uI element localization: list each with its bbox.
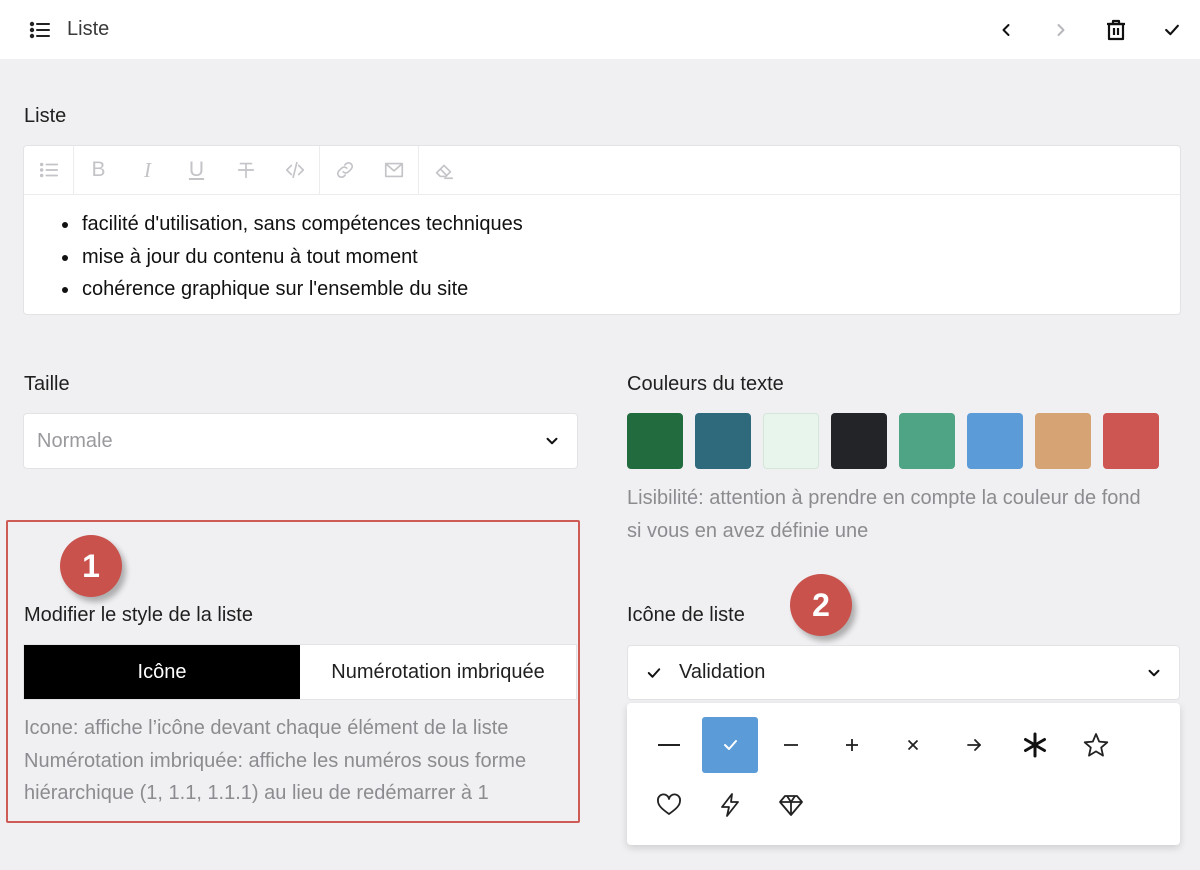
top-bar: Liste — [0, 0, 1200, 59]
color-swatch-blue[interactable] — [967, 413, 1023, 469]
bold-button[interactable]: B — [74, 146, 123, 194]
annotation-badge-1: 1 — [60, 535, 122, 597]
icon-option-lightning[interactable] — [702, 777, 758, 833]
list-icon — [28, 18, 52, 42]
clear-format-button[interactable] — [419, 146, 468, 194]
asterisk-icon — [1024, 732, 1046, 758]
star-icon — [1083, 733, 1109, 757]
chevron-down-icon — [546, 437, 558, 445]
editor-label: Liste — [24, 105, 67, 127]
bullet-list-icon — [39, 162, 58, 178]
icon-option-check[interactable] — [702, 717, 758, 773]
text-colors-label: Couleurs du texte — [627, 373, 784, 395]
delete-button[interactable] — [1100, 14, 1132, 46]
colors-help-line: si vous en avez définie une — [627, 519, 869, 542]
previous-button[interactable] — [990, 14, 1022, 46]
chevron-down-icon — [1148, 669, 1160, 676]
color-swatch-red[interactable] — [1103, 413, 1159, 469]
bold-icon: B — [91, 158, 106, 181]
size-label: Taille — [24, 373, 70, 395]
icon-option-times[interactable] — [885, 717, 941, 773]
list-item: mise à jour du contenu à tout moment — [80, 241, 1180, 274]
mail-button[interactable] — [369, 146, 418, 194]
trash-icon — [1107, 19, 1125, 41]
color-swatch-dark-green[interactable] — [627, 413, 683, 469]
icon-option-em-dash[interactable] — [641, 717, 697, 773]
icon-option-plus[interactable] — [824, 717, 880, 773]
underline-icon: U — [188, 158, 205, 181]
editor-toolbar: B I U — [24, 146, 1180, 195]
icon-option-minus[interactable] — [763, 717, 819, 773]
color-swatches — [627, 413, 1159, 469]
italic-button[interactable]: I — [123, 146, 172, 194]
colors-help-text: Lisibilité: attention à prendre en compt… — [627, 482, 1141, 547]
eraser-icon — [435, 164, 453, 180]
plus-icon — [846, 739, 858, 751]
list-style-option-nested-numbering[interactable]: Numérotation imbriquée — [300, 645, 576, 699]
list-item: cohérence graphique sur l'ensemble du si… — [80, 273, 1180, 306]
diamond-icon — [779, 795, 803, 816]
em-dash-icon — [658, 744, 680, 746]
size-select[interactable]: Normale — [23, 413, 578, 469]
confirm-button[interactable] — [1156, 14, 1188, 46]
list-icon-select-value: Validation — [679, 661, 766, 683]
icon-option-arrow-right[interactable] — [946, 717, 1002, 773]
colors-help-line: Lisibilité: attention à prendre en compt… — [627, 487, 1141, 509]
strikethrough-button[interactable] — [221, 146, 270, 194]
italic-icon: I — [144, 157, 151, 182]
list-style-label: Modifier le style de la liste — [24, 604, 253, 626]
next-button[interactable] — [1045, 14, 1077, 46]
strikethrough-icon — [237, 162, 254, 179]
chevron-right-icon — [1057, 24, 1065, 36]
list-icon-label: Icône de liste — [627, 604, 745, 626]
color-swatch-green[interactable] — [899, 413, 955, 469]
list-style-help-line: hiérarchique (1, 1.1, 1.1.1) au lieu de … — [24, 782, 489, 804]
icon-option-diamond[interactable] — [763, 777, 819, 833]
check-icon — [1165, 24, 1179, 36]
minus-icon — [784, 744, 798, 746]
rich-text-editor[interactable]: B I U • facilité d'utilisation, sans com… — [23, 145, 1181, 315]
link-icon — [336, 161, 353, 179]
list-style-help-text: Icone: affiche l’icône devant chaque élé… — [24, 712, 526, 810]
list-style-toggle: Icône Numérotation imbriquée — [23, 644, 577, 700]
code-button[interactable] — [270, 146, 319, 194]
link-button[interactable] — [320, 146, 369, 194]
icon-option-heart[interactable] — [641, 777, 697, 833]
code-icon — [285, 161, 304, 179]
underline-button[interactable]: U — [172, 146, 221, 194]
editor-content[interactable]: facilité d'utilisation, sans compétences… — [24, 208, 1180, 306]
color-swatch-tan[interactable] — [1035, 413, 1091, 469]
color-swatch-teal[interactable] — [695, 413, 751, 469]
icon-option-asterisk[interactable] — [1007, 717, 1063, 773]
check-icon — [647, 667, 661, 678]
mail-icon — [384, 162, 403, 178]
color-swatch-black[interactable] — [831, 413, 887, 469]
heart-icon — [657, 793, 681, 815]
list-style-help-line: Icone: affiche l’icône devant chaque élé… — [24, 717, 509, 739]
list-icon-picker — [627, 703, 1180, 845]
arrow-right-icon — [967, 739, 981, 751]
list-style-option-icon[interactable]: Icône — [24, 645, 300, 699]
list-style-help-line: Numérotation imbriquée: affiche les numé… — [24, 749, 527, 772]
size-select-value: Normale — [37, 429, 113, 452]
times-icon — [907, 739, 919, 751]
icon-option-star[interactable] — [1068, 717, 1124, 773]
list-item: facilité d'utilisation, sans compétences… — [80, 208, 1180, 241]
color-swatch-mint[interactable] — [763, 413, 819, 469]
chevron-left-icon — [1002, 24, 1010, 36]
check-icon — [724, 740, 737, 750]
panel-title: Liste — [67, 18, 110, 40]
bullet-list-button[interactable] — [24, 146, 73, 194]
annotation-badge-2: 2 — [790, 574, 852, 636]
list-icon-select[interactable]: Validation — [627, 645, 1180, 700]
lightning-icon — [721, 793, 739, 817]
